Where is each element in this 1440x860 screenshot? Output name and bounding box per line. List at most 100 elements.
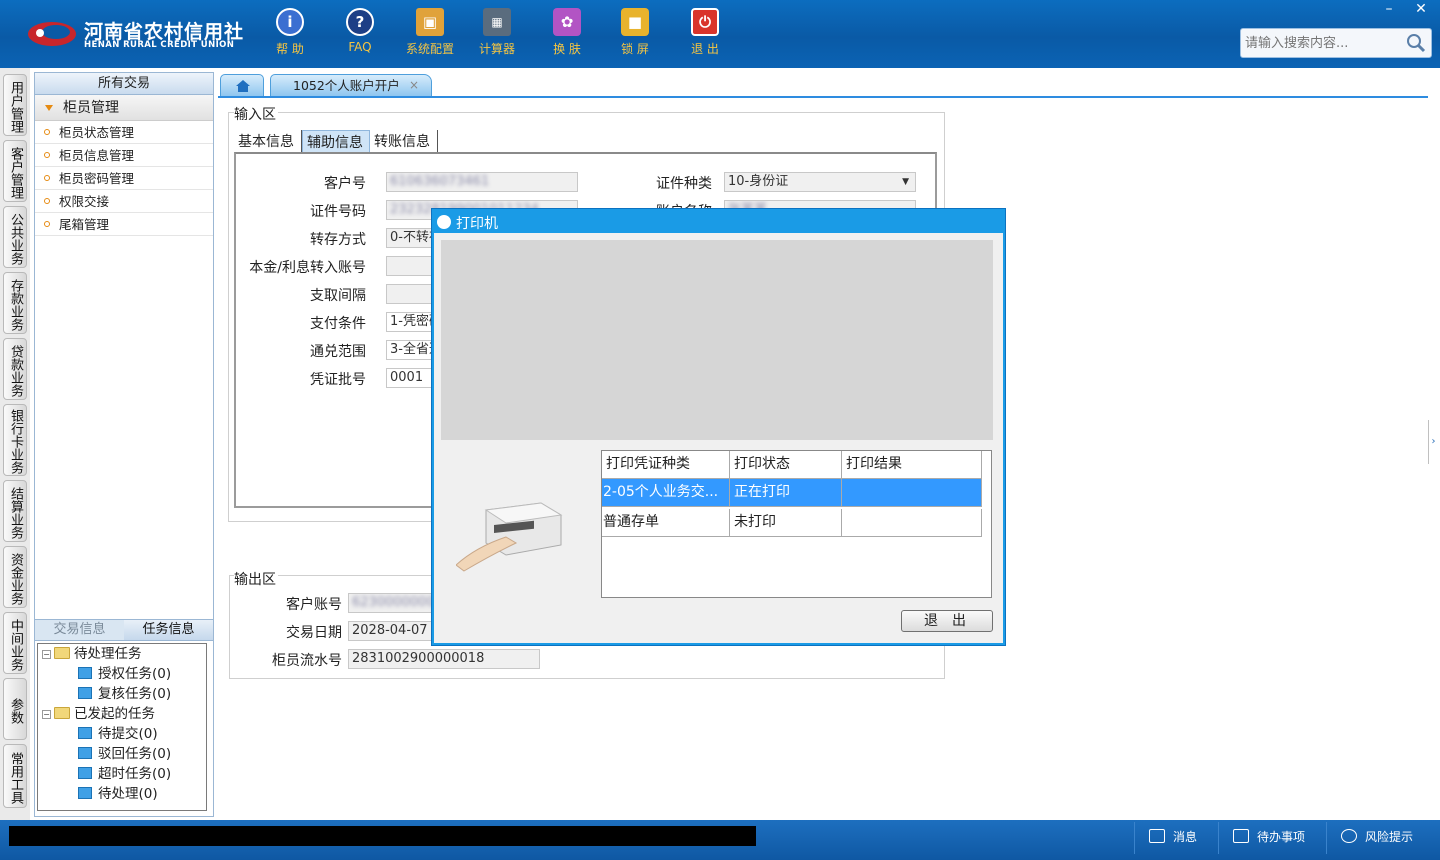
module-rail: 用户管理 客户管理 公共业务 存款业务 贷款业务 银行卡业务 结算业务 资金业务…	[0, 68, 30, 820]
nav-item-teller-status[interactable]: 柜员状态管理	[35, 121, 213, 144]
power-icon: ⏻	[691, 8, 719, 36]
tree-node-pending[interactable]: − 待处理任务	[42, 644, 142, 664]
risk-alert-button[interactable]: 风险提示	[1326, 822, 1436, 854]
search-input[interactable]	[1241, 29, 1401, 57]
exit-button[interactable]: 退出	[901, 610, 993, 632]
list-icon	[78, 667, 92, 679]
bullet-icon	[44, 175, 50, 181]
dropdown-arrow-icon: ▼	[902, 177, 909, 187]
triangle-down-icon	[45, 105, 53, 111]
list-icon	[78, 687, 92, 699]
rail-customer-mgmt[interactable]: 客户管理	[3, 140, 27, 202]
nav-panel: 所有交易 柜员管理 柜员状态管理 柜员信息管理 柜员密码管理 权限交接 尾箱管理…	[34, 72, 214, 817]
toolbar-help-button[interactable]: i 帮 助	[260, 8, 320, 57]
bullet-icon	[44, 221, 50, 227]
interest-acct-label: 本金/利息转入账号	[249, 260, 366, 276]
tab-underline	[218, 96, 1428, 98]
expand-panel-handle[interactable]: ›	[1428, 420, 1438, 464]
close-window-button[interactable]: ✕	[1406, 0, 1436, 18]
nav-header[interactable]: 所有交易	[35, 73, 213, 95]
task-tree: − 待处理任务 授权任务(0) 复核任务(0) − 已发起的任务 待提交(0) 驳回…	[37, 643, 207, 811]
logo-icon	[28, 22, 76, 46]
list-icon	[78, 747, 92, 759]
exchange-scope-select[interactable]: 3-全省通兑	[386, 340, 436, 360]
tree-leaf[interactable]: 驳回任务(0)	[78, 744, 171, 764]
printer-icon	[456, 502, 563, 572]
rail-tools[interactable]: 常用工具	[3, 744, 27, 808]
rail-public-biz[interactable]: 公共业务	[3, 206, 27, 268]
teller-serial-field: 2831002900000018	[348, 649, 540, 669]
collapse-icon[interactable]: −	[42, 650, 51, 659]
cell-status: 正在打印	[730, 479, 842, 507]
tab-transaction-info[interactable]: 交易信息	[35, 620, 124, 640]
close-tab-icon[interactable]: ×	[409, 75, 419, 96]
cust-acct-field: 6230000000000000	[348, 593, 438, 613]
rail-settlement-biz[interactable]: 结算业务	[3, 480, 27, 542]
toolbar-faq-button[interactable]: ? FAQ	[330, 8, 390, 54]
deposit-mode-select[interactable]: 0-不转存	[386, 228, 436, 248]
tab-account-open[interactable]: 1052个人账户开户 ×	[270, 74, 432, 97]
dialog-title: 打印机	[456, 216, 498, 232]
cell-result	[842, 509, 982, 537]
rail-deposit-biz[interactable]: 存款业务	[3, 272, 27, 334]
bullet-icon	[44, 129, 50, 135]
table-header: 打印凭证种类 打印状态 打印结果	[602, 451, 982, 479]
tree-leaf[interactable]: 待提交(0)	[78, 724, 158, 744]
toolbar-config-button[interactable]: ▣ 系统配置	[400, 8, 460, 57]
nav-item-cashbox-mgmt[interactable]: 尾箱管理	[35, 213, 213, 236]
voucher-batch-field[interactable]: 0001	[386, 368, 436, 388]
tree-leaf[interactable]: 待处理(0)	[78, 784, 158, 804]
rail-intermediary-biz[interactable]: 中间业务	[3, 612, 27, 674]
cell-kind: 普通存单	[602, 509, 730, 537]
deposit-mode-label: 转存方式	[310, 232, 366, 248]
rail-params[interactable]: 参数	[3, 678, 27, 740]
interest-acct-field[interactable]	[386, 256, 436, 276]
txn-date-field: 2028-04-07	[348, 621, 438, 641]
todo-button[interactable]: 待办事项	[1218, 822, 1326, 854]
messages-button[interactable]: 消息	[1134, 822, 1226, 854]
id-no-label: 证件号码	[310, 204, 366, 220]
toolbar-exit-button[interactable]: ⏻ 退 出	[675, 8, 735, 57]
col-print-result: 打印结果	[842, 451, 982, 479]
rail-fund-biz[interactable]: 资金业务	[3, 546, 27, 608]
minimize-button[interactable]: –	[1374, 0, 1404, 18]
table-row[interactable]: 2-05个人业务交... 正在打印	[602, 479, 982, 507]
nav-item-teller-password[interactable]: 柜员密码管理	[35, 167, 213, 190]
nav-item-permission-handover[interactable]: 权限交接	[35, 190, 213, 213]
tree-leaf[interactable]: 授权任务(0)	[78, 664, 171, 684]
nav-group-teller-mgmt[interactable]: 柜员管理	[35, 95, 213, 121]
rail-user-mgmt[interactable]: 用户管理	[3, 74, 27, 136]
tab-task-info[interactable]: 任务信息	[124, 620, 213, 640]
teller-serial-label: 柜员流水号	[272, 653, 342, 669]
search-icon[interactable]	[1406, 33, 1426, 53]
voucher-batch-label: 凭证批号	[310, 372, 366, 388]
tab-home[interactable]	[220, 74, 264, 97]
rail-loan-biz[interactable]: 贷款业务	[3, 338, 27, 400]
toolbar-lock-button[interactable]: ■ 锁 屏	[605, 8, 665, 57]
bullet-icon	[44, 198, 50, 204]
tab-strip: 1052个人账户开户 ×	[218, 72, 1428, 98]
tab-basic-info[interactable]: 基本信息	[238, 130, 302, 154]
tree-leaf[interactable]: 复核任务(0)	[78, 684, 171, 704]
cell-result	[842, 479, 982, 507]
print-table: 打印凭证种类 打印状态 打印结果 2-05个人业务交... 正在打印 普通存单 …	[601, 450, 992, 598]
tree-leaf[interactable]: 超时任务(0)	[78, 764, 171, 784]
rail-card-biz[interactable]: 银行卡业务	[3, 404, 27, 476]
checkbox-icon	[1233, 829, 1249, 843]
pay-cond-select[interactable]: 1-凭密码	[386, 312, 436, 332]
id-type-select[interactable]: 10-身份证 ▼	[724, 172, 916, 192]
toolbar-calculator-button[interactable]: ▦ 计算器	[467, 8, 527, 57]
input-area-title: 输入区	[234, 104, 278, 124]
withdraw-interval-field[interactable]	[386, 284, 436, 304]
status-message-area	[9, 826, 756, 846]
task-tabs: 交易信息 任务信息	[35, 619, 213, 641]
table-row[interactable]: 普通存单 未打印	[602, 509, 982, 537]
print-preview	[441, 240, 993, 440]
nav-item-teller-info[interactable]: 柜员信息管理	[35, 144, 213, 167]
collapse-icon[interactable]: −	[42, 710, 51, 719]
toolbar-skin-button[interactable]: ✿ 换 肤	[537, 8, 597, 57]
tab-aux-info[interactable]: 辅助信息	[302, 130, 370, 154]
customer-no-field[interactable]: 610636073461	[386, 172, 578, 192]
tree-node-initiated[interactable]: − 已发起的任务	[42, 704, 155, 724]
tab-transfer-info[interactable]: 转账信息	[374, 130, 438, 154]
